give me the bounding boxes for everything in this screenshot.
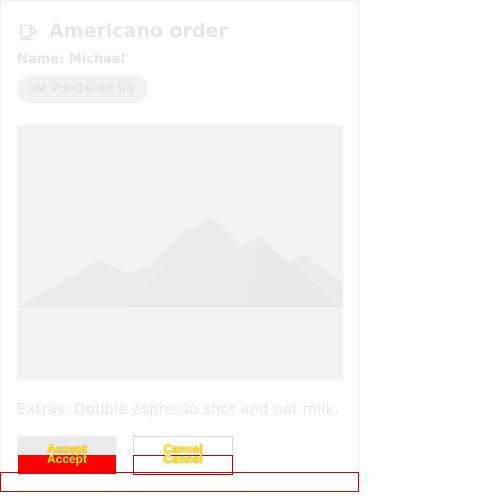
- accept-button-label-shadow: Accept: [46, 452, 87, 466]
- status-badge: IN PROGRESS: [17, 75, 149, 103]
- customer-name: Name: Michael: [17, 52, 126, 67]
- accept-button[interactable]: Accept Accept: [17, 436, 117, 475]
- extras-text: Extras: Double espresso shot and oat mil…: [17, 400, 339, 418]
- image-placeholder: [17, 125, 343, 380]
- order-title: Americano order: [49, 20, 228, 42]
- image-placeholder-icon: [17, 125, 343, 380]
- coffee-cup-icon: [17, 20, 39, 42]
- card-outline: [0, 472, 359, 492]
- cancel-button-label-shadow: Cancel: [163, 452, 203, 466]
- card-header: Americano order: [17, 19, 342, 43]
